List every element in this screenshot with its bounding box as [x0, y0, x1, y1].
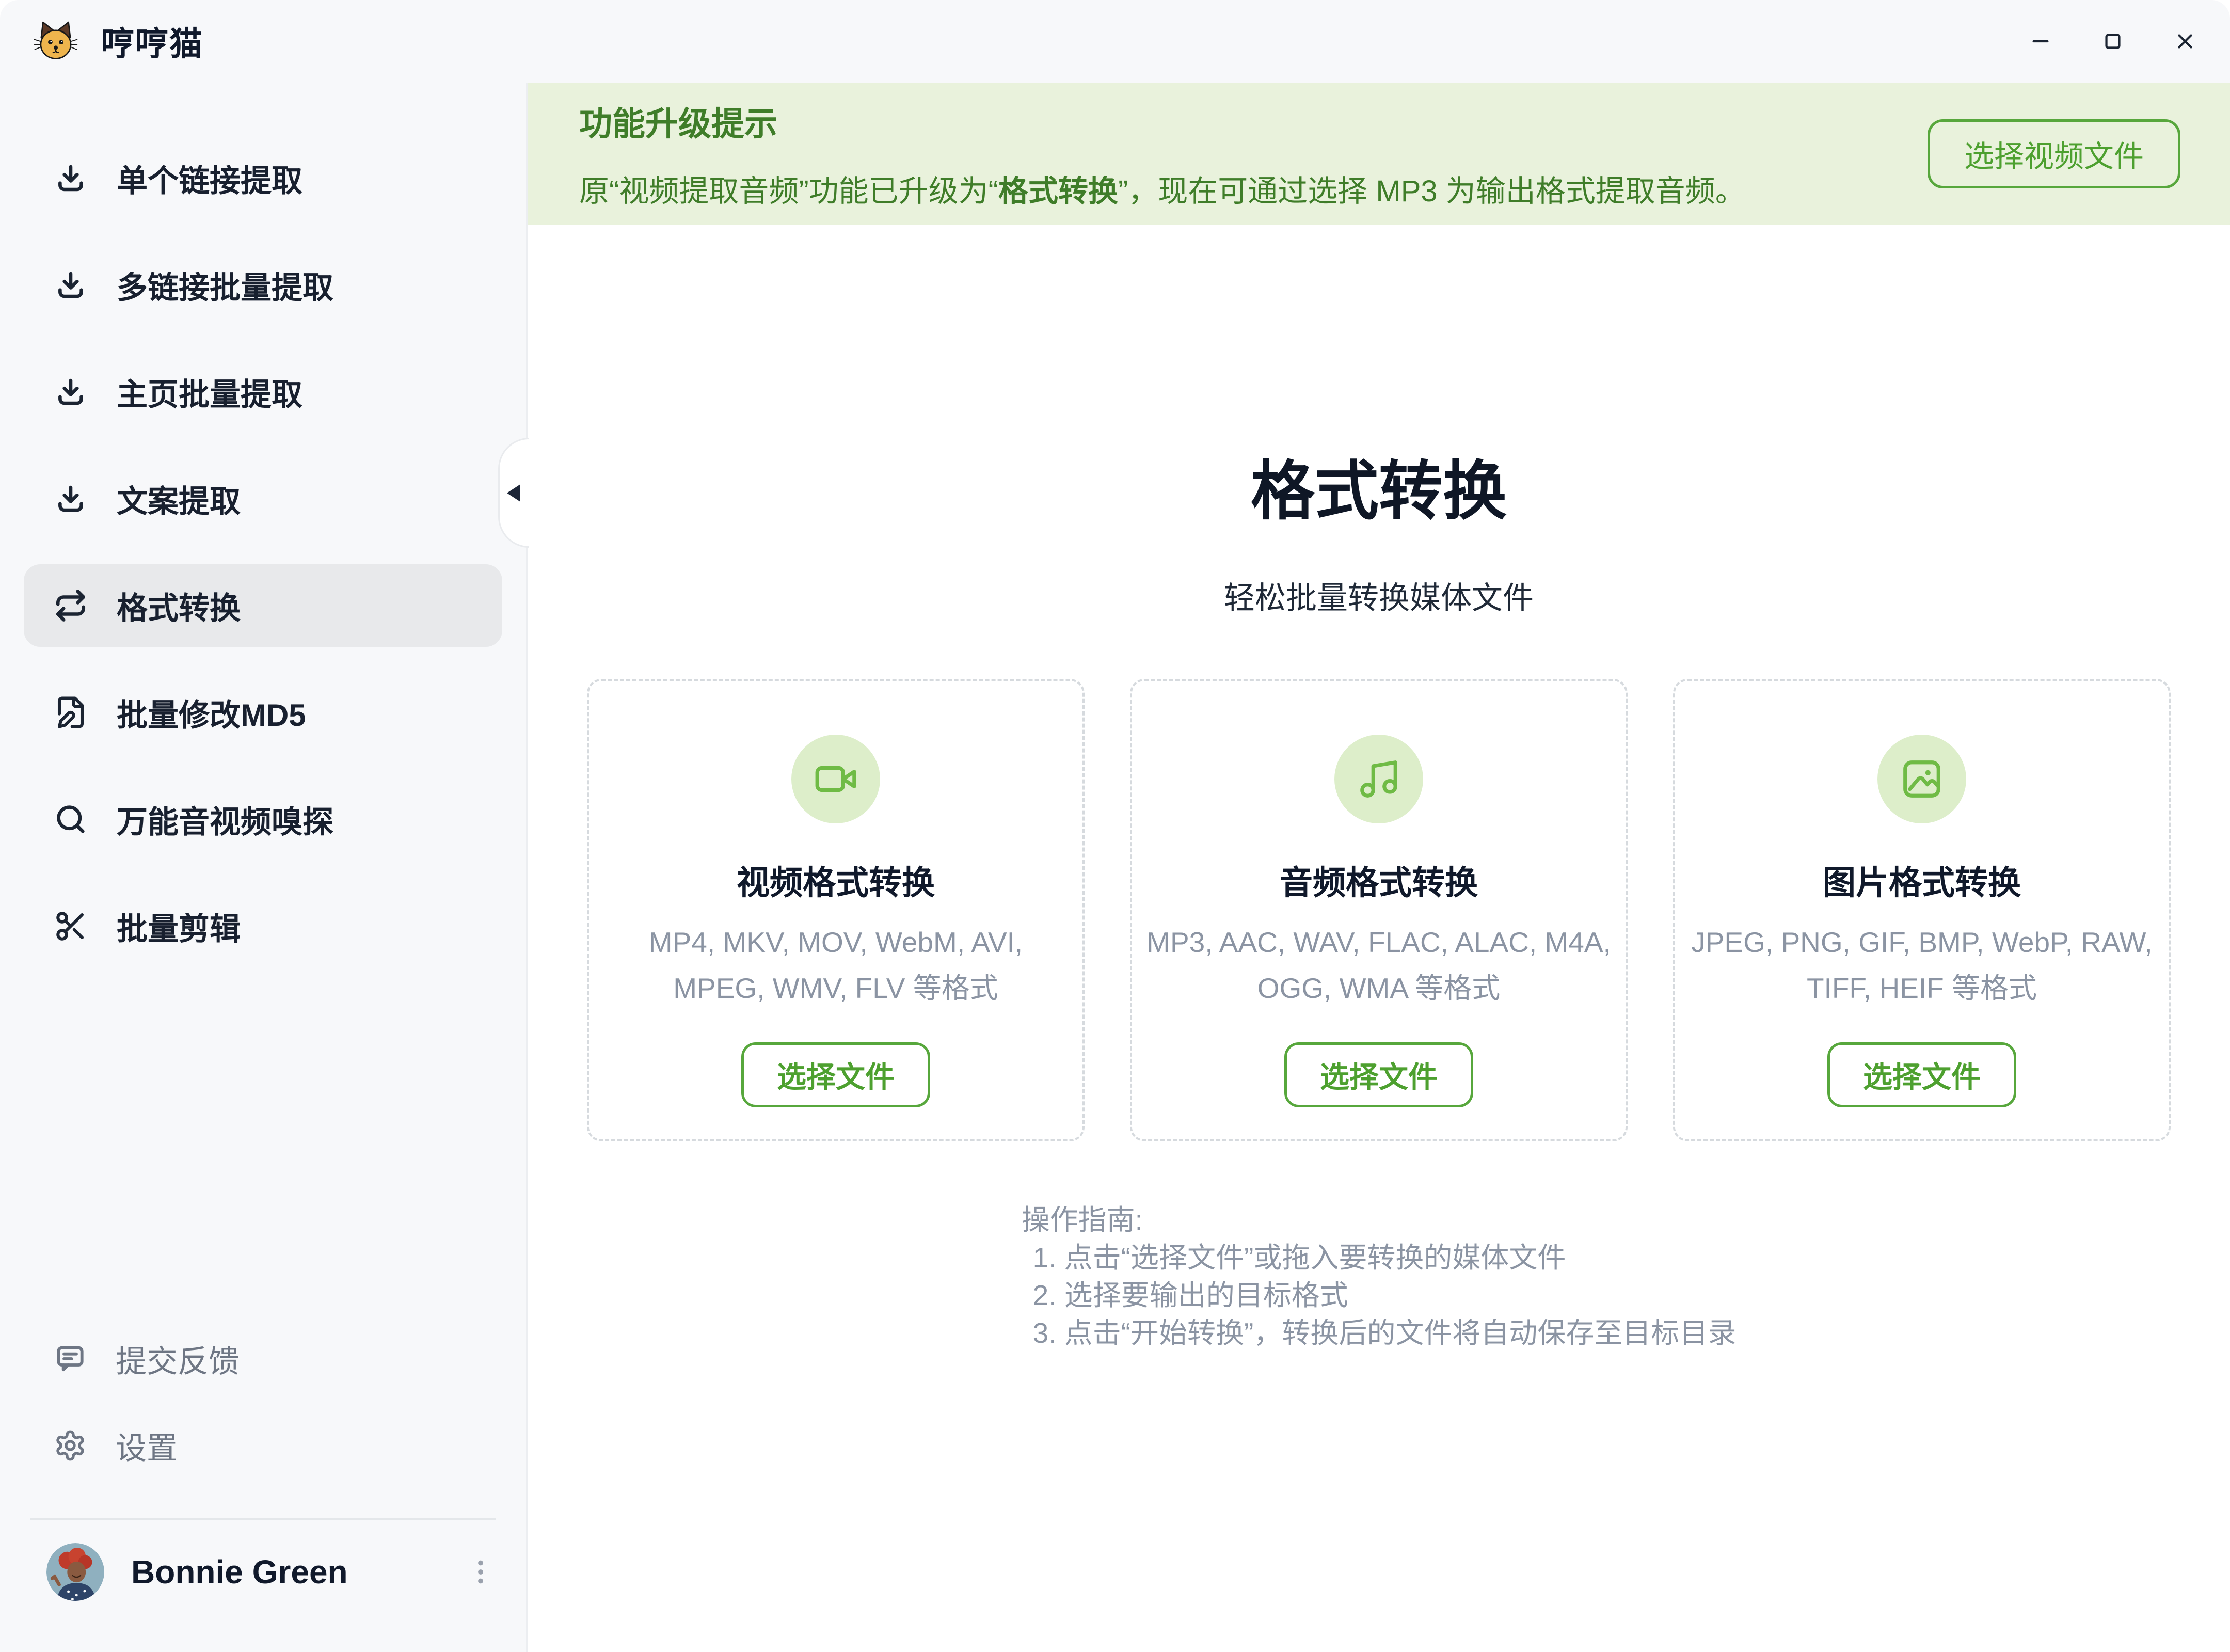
- app-window: 哼哼猫 单个链接提取 多链接批量提取: [0, 0, 2230, 1652]
- app-title: 哼哼猫: [101, 18, 203, 65]
- sidebar-item-label: 格式转换: [117, 583, 241, 628]
- guide-step: 3. 点击“开始转换”，转换后的文件将自动保存至目标目录: [1033, 1314, 1737, 1352]
- sidebar-item-label: 批量修改MD5: [117, 690, 306, 735]
- sidebar-item-feedback[interactable]: 提交反馈: [24, 1320, 502, 1397]
- select-video-file-button[interactable]: 选择视频文件: [1928, 119, 2180, 188]
- sidebar-item-homepage-batch-extraction[interactable]: 主页批量提取: [24, 351, 502, 433]
- sidebar-item-label: 万能音视频嗅探: [117, 797, 333, 842]
- download-icon: [54, 268, 88, 302]
- audio-conversion-card[interactable]: 音频格式转换 MP3, AAC, WAV, FLAC, ALAC, M4A, O…: [1130, 679, 1628, 1141]
- conversion-cards: 视频格式转换 MP4, MKV, MOV, WebM, AVI, MPEG, W…: [528, 679, 2230, 1141]
- guide-step: 2. 选择要输出的目标格式: [1033, 1277, 1737, 1314]
- minimize-icon[interactable]: [2029, 29, 2052, 53]
- gear-icon: [54, 1429, 87, 1462]
- card-title: 图片格式转换: [1823, 856, 2021, 904]
- video-icon-circle: [791, 735, 880, 823]
- card-formats: MP4, MKV, MOV, WebM, AVI, MPEG, WMV, FLV…: [603, 919, 1068, 1011]
- sidebar-item-label: 文案提取: [117, 476, 241, 521]
- page-subtitle: 轻松批量转换媒体文件: [528, 573, 2230, 618]
- guide-section: 操作指南: 1. 点击“选择文件”或拖入要转换的媒体文件 2. 选择要输出的目标…: [528, 1201, 2230, 1352]
- sidebar-item-label: 主页批量提取: [117, 370, 302, 415]
- select-file-button-video[interactable]: 选择文件: [741, 1042, 930, 1107]
- sidebar-item-label: 多链接批量提取: [117, 263, 333, 308]
- sidebar-footer: 提交反馈 设置: [24, 1320, 502, 1616]
- image-icon: [1900, 757, 1944, 801]
- sidebar-item-label: 批量剪辑: [117, 904, 241, 949]
- banner-body: 原“视频提取音频”功能已升级为“格式转换”，现在可通过选择 MP3 为输出格式提…: [579, 167, 1745, 210]
- sidebar-item-media-sniffer[interactable]: 万能音视频嗅探: [24, 778, 502, 861]
- search-icon: [54, 802, 88, 836]
- sidebar-item-batch-clip[interactable]: 批量剪辑: [24, 885, 502, 967]
- window-controls: [2029, 29, 2197, 53]
- sidebar-item-format-conversion[interactable]: 格式转换: [24, 564, 502, 647]
- sidebar-collapse-handle[interactable]: [498, 438, 529, 548]
- avatar: [46, 1543, 104, 1601]
- card-formats: JPEG, PNG, GIF, BMP, WebP, RAW, TIFF, HE…: [1690, 919, 2154, 1011]
- image-conversion-card[interactable]: 图片格式转换 JPEG, PNG, GIF, BMP, WebP, RAW, T…: [1673, 679, 2171, 1141]
- sidebar-item-label: 设置: [116, 1423, 178, 1468]
- sidebar-item-single-link-extraction[interactable]: 单个链接提取: [24, 137, 502, 219]
- maximize-icon[interactable]: [2101, 29, 2125, 53]
- scissors-icon: [54, 909, 88, 943]
- download-icon: [54, 375, 88, 409]
- video-conversion-card[interactable]: 视频格式转换 MP4, MKV, MOV, WebM, AVI, MPEG, W…: [587, 679, 1085, 1141]
- select-file-button-image[interactable]: 选择文件: [1827, 1042, 2016, 1107]
- video-camera-icon: [814, 757, 858, 801]
- page-title: 格式转换: [528, 439, 2230, 532]
- image-icon-circle: [1877, 735, 1966, 823]
- sidebar-item-copy-extraction[interactable]: 文案提取: [24, 457, 502, 540]
- user-profile-row[interactable]: Bonnie Green: [24, 1528, 502, 1616]
- title-bar: 哼哼猫: [0, 0, 2230, 83]
- kebab-menu-icon[interactable]: [466, 1552, 495, 1592]
- card-title: 视频格式转换: [737, 856, 935, 904]
- chevron-left-icon: [507, 484, 520, 502]
- sidebar-item-settings[interactable]: 设置: [24, 1407, 502, 1484]
- music-note-icon: [1357, 757, 1401, 801]
- upgrade-banner: 功能升级提示 原“视频提取音频”功能已升级为“格式转换”，现在可通过选择 MP3…: [528, 83, 2230, 225]
- sidebar-item-batch-modify-md5[interactable]: 批量修改MD5: [24, 671, 502, 754]
- cat-logo-icon: [33, 19, 78, 64]
- banner-title: 功能升级提示: [579, 98, 1745, 145]
- guide-title: 操作指南:: [1022, 1201, 1737, 1239]
- select-file-button-audio[interactable]: 选择文件: [1284, 1042, 1473, 1107]
- card-formats: MP3, AAC, WAV, FLAC, ALAC, M4A, OGG, WMA…: [1146, 919, 1611, 1011]
- audio-icon-circle: [1334, 735, 1423, 823]
- card-title: 音频格式转换: [1280, 856, 1478, 904]
- repeat-icon: [54, 589, 88, 623]
- user-name: Bonnie Green: [131, 1553, 348, 1591]
- upgrade-banner-text: 功能升级提示 原“视频提取音频”功能已升级为“格式转换”，现在可通过选择 MP3…: [579, 98, 1745, 210]
- sidebar-item-label: 单个链接提取: [117, 156, 302, 201]
- file-edit-icon: [54, 695, 88, 729]
- feedback-icon: [54, 1342, 87, 1375]
- download-icon: [54, 482, 88, 516]
- close-icon[interactable]: [2173, 29, 2197, 53]
- download-icon: [54, 161, 88, 195]
- sidebar-item-multi-link-batch-extraction[interactable]: 多链接批量提取: [24, 244, 502, 326]
- sidebar: 单个链接提取 多链接批量提取 主页批量提取 文案提取 格式转换 批量修改MD5: [0, 83, 528, 1652]
- sidebar-divider: [30, 1518, 496, 1520]
- main-content: 功能升级提示 原“视频提取音频”功能已升级为“格式转换”，现在可通过选择 MP3…: [528, 83, 2230, 1652]
- guide-step: 1. 点击“选择文件”或拖入要转换的媒体文件: [1033, 1239, 1737, 1277]
- sidebar-item-label: 提交反馈: [116, 1337, 240, 1381]
